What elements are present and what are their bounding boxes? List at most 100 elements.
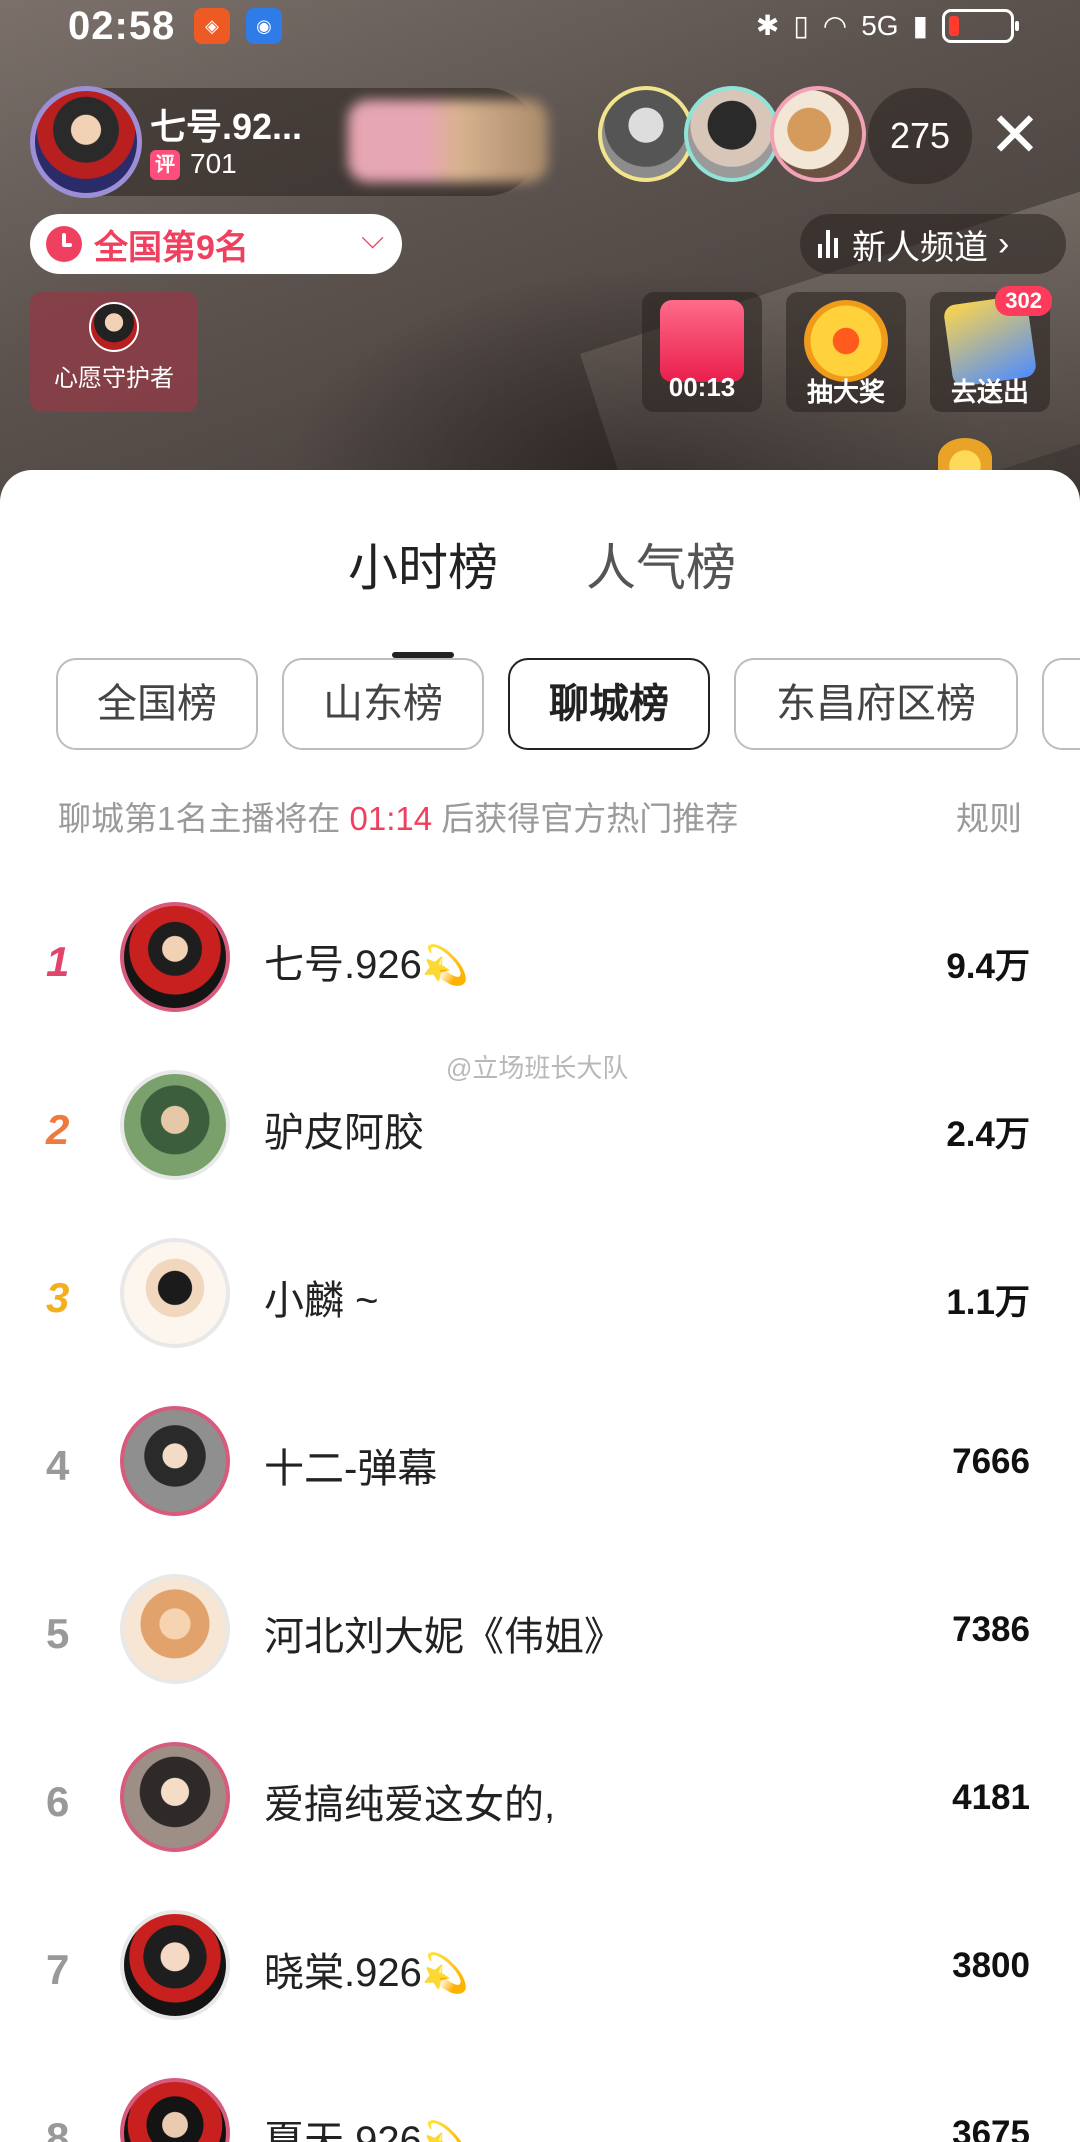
streamer-name: 七号.926💫 [264,943,470,987]
blurred-follow-button[interactable] [348,100,548,182]
app-notification-icon: ◈ [194,8,230,44]
chevron-right-icon: › [998,224,1010,263]
viewer-avatar[interactable] [770,86,866,182]
viewer-avatar[interactable] [684,86,780,182]
host-score: 701 [190,148,237,179]
host-avatar[interactable] [30,86,142,198]
lottery-label: 抽大奖 [806,377,885,407]
notice-suffix: 后获得官方热门推荐 [441,800,739,837]
send-out-label: 去送出 [950,377,1029,407]
score: 7386 [952,1610,1030,1649]
avatar[interactable] [120,1574,230,1684]
viewer-count[interactable]: 275 [868,88,972,184]
region-chips: 全国榜 山东榜 聊城榜 东昌府区榜 [56,658,1080,750]
rank-number: 1 [46,938,70,985]
red-envelope-icon [660,300,744,382]
list-item[interactable]: 5 河北刘大妮《伟姐》 7386 [0,1558,1080,1726]
ranking-sheet: 小时榜 人气榜 全国榜 山东榜 聊城榜 东昌府区榜 聊城第1名主播将在 01:1… [0,470,1080,2142]
rank-number: 2 [46,1106,70,1153]
avatar[interactable] [120,902,230,1012]
prize-wheel-icon [804,300,888,382]
rank-number: 3 [46,1274,70,1321]
streamer-name: 小麟 ~ [264,1279,379,1323]
avatar[interactable] [120,1070,230,1180]
score: 9.4万 [946,947,1030,986]
new-channel-label: 新人频道 [852,228,988,267]
sparkle-icon: 💫 [421,1953,470,1995]
streamer-name: 爱搞纯爱这女的, [264,1783,556,1827]
score: 2.4万 [946,1115,1030,1154]
clock-icon [46,226,82,262]
score: 1.1万 [946,1283,1030,1322]
host-name: 七号.92... [150,106,303,147]
chip-more[interactable] [1042,658,1080,750]
streamer-name: 夏天.926💫 [264,2108,469,2142]
national-rank-label: 全国第9名 [94,228,249,267]
streamer-name: 河北刘大妮《伟姐》 [264,1615,624,1659]
vibrate-icon: ▯ [793,10,809,41]
viewer-avatar[interactable] [598,86,694,182]
5g-signal-icon: 5G [861,10,899,41]
list-item[interactable]: 8 夏天.926💫 3675 [0,2062,1080,2142]
notice-countdown: 01:14 [349,800,433,837]
bluetooth-icon: ✱ [755,10,780,41]
chevron-down-icon: ⌵ [361,222,384,255]
avatar[interactable] [120,1406,230,1516]
avatar[interactable] [120,1742,230,1852]
list-item[interactable]: 7 晓棠.926💫 3800 [0,1894,1080,2062]
wish-guardian-label: 心愿守护者 [54,365,174,392]
list-item[interactable]: 1 七号.926💫 9.4万 [0,886,1080,1054]
host-card[interactable]: 七号.92... 评 701 [30,86,548,198]
list-item[interactable]: 2 驴皮阿胶 2.4万 [0,1054,1080,1222]
streamer-name: 十二-弹幕 [264,1447,438,1491]
status-time: 02:58 [68,4,176,48]
avatar[interactable] [120,1910,230,2020]
top-viewers[interactable] [598,86,866,182]
score: 4181 [952,1778,1030,1817]
chip-national[interactable]: 全国榜 [56,658,258,750]
bar-chart-icon [818,230,838,258]
notice-prefix: 聊城第1名主播将在 [58,800,341,837]
gift-activity[interactable]: 302 去送出 [930,286,1052,412]
sparkle-icon: 💫 [421,945,470,987]
sparkle-icon: 💫 [421,2121,470,2142]
battery-low-icon [942,9,1019,43]
guardian-avatar [89,302,139,352]
score: 7666 [952,1442,1030,1481]
lottery-activity[interactable]: 抽大奖 [786,292,906,412]
timer-activity[interactable]: 00:13 [642,292,762,412]
chip-dongchangfu[interactable]: 东昌府区榜 [734,658,1018,750]
wifi-icon: ◠ [822,10,848,41]
close-icon[interactable]: ✕ [982,98,1048,174]
score: 3675 [952,2114,1030,2142]
wish-guardian-card[interactable]: 心愿守护者 [30,292,198,412]
tab-popularity[interactable]: 人气榜 [586,528,736,600]
streamer-name: 晓棠.926💫 [264,1951,470,1995]
list-item[interactable]: 3 小麟 ~ 1.1万 [0,1222,1080,1390]
rank-number: 7 [46,1946,70,1993]
rank-number: 5 [46,1610,70,1657]
streamer-name: 驴皮阿胶 [264,1111,424,1155]
rank-number: 4 [46,1442,70,1489]
recommend-notice: 聊城第1名主播将在 01:14 后获得官方热门推荐 [58,792,738,840]
chip-liaocheng[interactable]: 聊城榜 [508,658,710,750]
list-item[interactable]: 6 爱搞纯爱这女的, 4181 [0,1726,1080,1894]
chip-shandong[interactable]: 山东榜 [282,658,484,750]
tab-hourly[interactable]: 小时榜 [348,528,498,600]
rules-link[interactable]: 规则 [956,792,1022,840]
rank-number: 8 [46,2114,70,2142]
system-icons: ✱ ▯ ◠ 5G ▮ [755,6,1019,46]
status-bar: 02:58 ◈ ◉ ✱ ▯ ◠ 5G ▮ [0,0,1080,56]
ranking-tabs: 小时榜 人气榜 [0,528,1080,658]
national-rank-pill[interactable]: 全国第9名 ⌵ [30,214,402,274]
timer-label: 00:13 [668,372,736,402]
signal-bars-icon: ▮ [912,10,928,41]
avatar[interactable] [120,1238,230,1348]
rating-badge: 评 [150,150,180,180]
avatar[interactable] [120,2078,230,2142]
rank-number: 6 [46,1778,70,1825]
ai-app-notification-icon: ◉ [246,8,282,44]
list-item[interactable]: 4 十二-弹幕 7666 [0,1390,1080,1558]
new-channel-button[interactable]: 新人频道 › [800,214,1066,274]
score: 3800 [952,1946,1030,1985]
